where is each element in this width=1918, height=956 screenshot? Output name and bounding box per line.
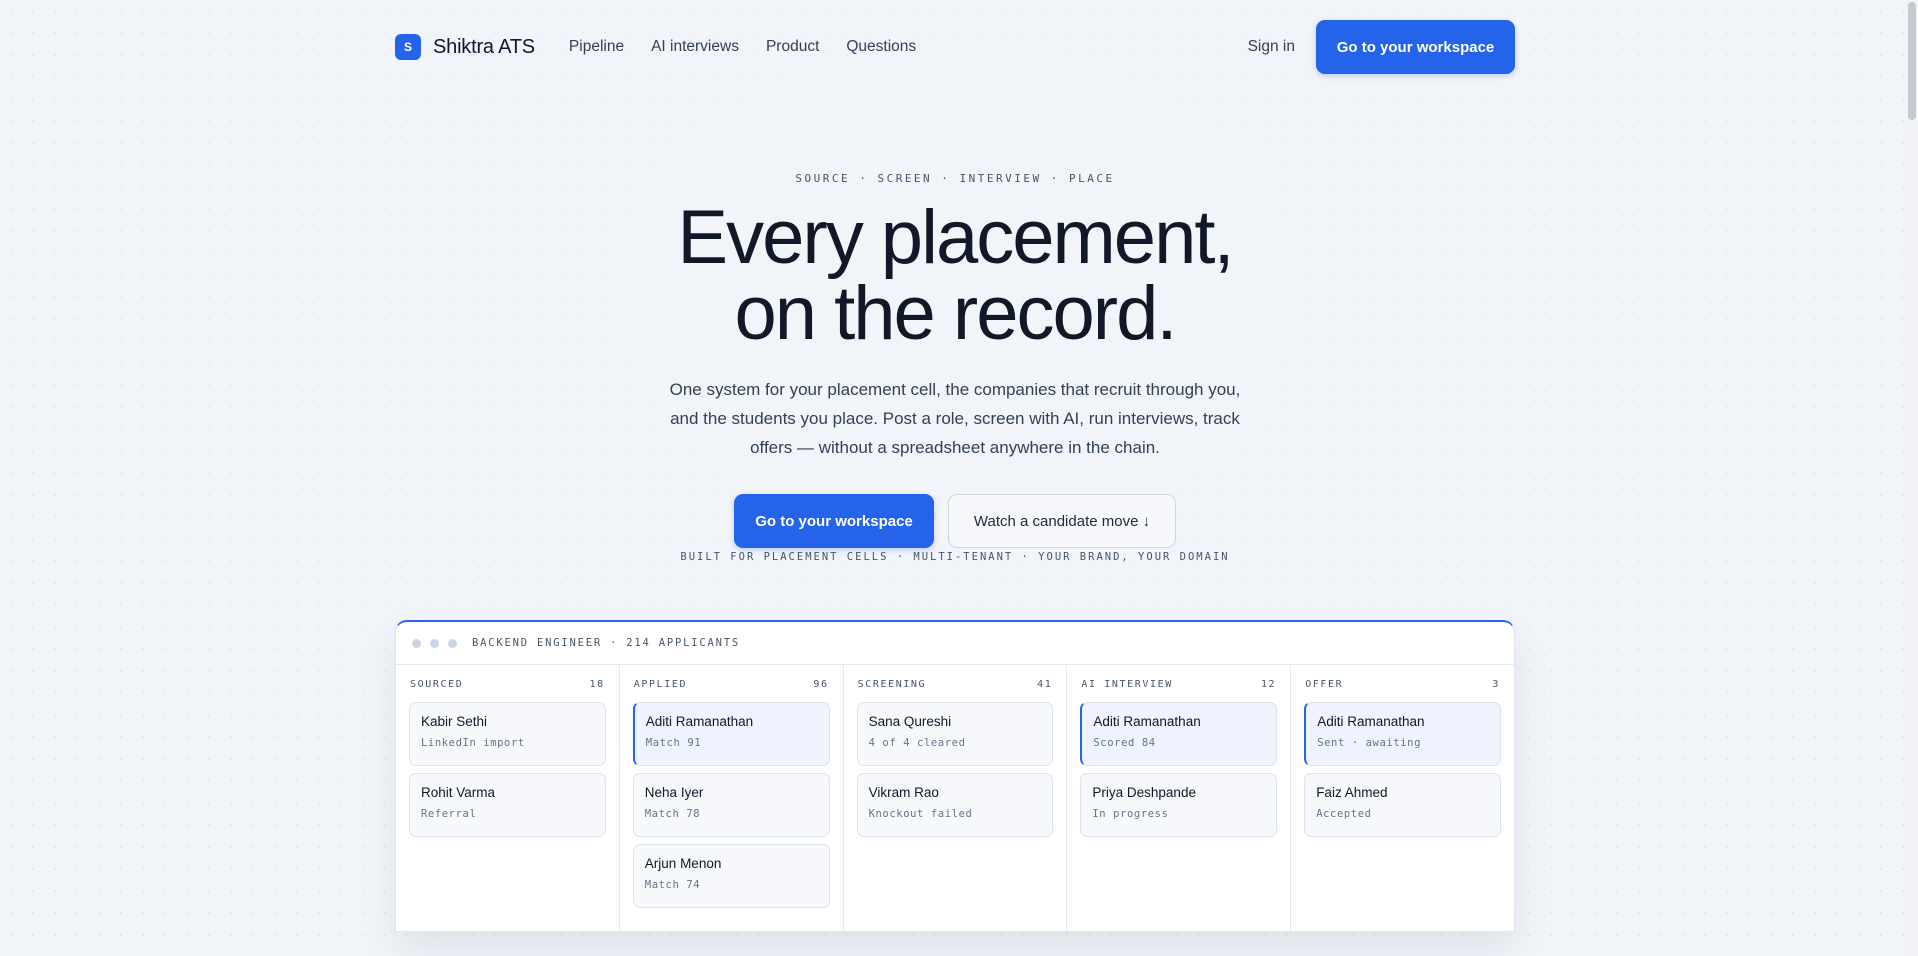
column-count: 41 bbox=[1037, 679, 1053, 690]
hero-eyebrow: SOURCE · SCREEN · INTERVIEW · PLACE bbox=[795, 172, 1115, 185]
candidate-card-highlighted[interactable]: Aditi Ramanathan Sent · awaiting bbox=[1304, 702, 1501, 766]
candidate-meta: Accepted bbox=[1316, 808, 1372, 820]
candidate-card[interactable]: Vikram Rao Knockout failed bbox=[856, 773, 1054, 837]
candidate-name: Aditi Ramanathan bbox=[1317, 714, 1425, 729]
candidate-meta: Scored 84 bbox=[1093, 737, 1156, 749]
nav-link-questions[interactable]: Questions bbox=[846, 38, 916, 56]
hero-headline-line-2: on the record. bbox=[734, 271, 1178, 356]
candidate-card[interactable]: Arjun Menon Match 74 bbox=[632, 844, 830, 908]
candidate-name: Aditi Ramanathan bbox=[1093, 714, 1201, 729]
candidate-card[interactable]: Sana Qureshi 4 of 4 cleared bbox=[856, 702, 1054, 766]
nav-links: Pipeline AI interviews Product Questions bbox=[569, 38, 916, 56]
column-header: SCREENING 41 bbox=[857, 679, 1054, 690]
column-name: AI INTERVIEW bbox=[1081, 679, 1173, 690]
column-header: AI INTERVIEW 12 bbox=[1080, 679, 1277, 690]
column-screening: SCREENING 41 Sana Qureshi 4 of 4 cleared… bbox=[844, 665, 1068, 931]
column-name: SOURCED bbox=[410, 679, 464, 690]
candidate-name: Rohit Varma bbox=[421, 785, 496, 800]
column-applied: APPLIED 96 Aditi Ramanathan Match 91 Neh… bbox=[620, 665, 844, 931]
candidate-meta: Match 91 bbox=[645, 737, 702, 749]
candidate-meta: LinkedIn import bbox=[421, 737, 525, 749]
candidate-meta: Knockout failed bbox=[868, 808, 973, 820]
candidate-card[interactable]: Faiz Ahmed Accepted bbox=[1304, 773, 1501, 837]
candidate-name: Vikram Rao bbox=[868, 785, 939, 800]
candidate-name: Aditi Ramanathan bbox=[645, 714, 754, 729]
window-dot-icon bbox=[448, 638, 457, 648]
window-dot-icon bbox=[412, 638, 421, 648]
column-name: OFFER bbox=[1305, 679, 1344, 690]
brand-name: Shiktra ATS bbox=[433, 35, 535, 58]
column-header: APPLIED 96 bbox=[633, 679, 830, 690]
window-dot-icon bbox=[430, 638, 439, 648]
column-offer: OFFER 3 Aditi Ramanathan Sent · awaiting… bbox=[1291, 665, 1514, 931]
brand-logo-icon: S bbox=[395, 34, 421, 60]
scrollbar-thumb[interactable] bbox=[1908, 2, 1916, 120]
candidate-meta: Match 74 bbox=[644, 879, 701, 891]
column-count: 12 bbox=[1260, 679, 1277, 690]
candidate-card-highlighted[interactable]: Aditi Ramanathan Match 91 bbox=[632, 702, 830, 766]
candidate-card[interactable]: Kabir Sethi LinkedIn import bbox=[409, 702, 606, 766]
candidate-card[interactable]: Rohit Varma Referral bbox=[409, 773, 606, 837]
column-count: 3 bbox=[1492, 679, 1500, 690]
column-header: OFFER 3 bbox=[1304, 679, 1501, 690]
pipeline-board-preview: BACKEND ENGINEER · 214 APPLICANTS SOURCE… bbox=[395, 620, 1515, 932]
candidate-card-highlighted[interactable]: Aditi Ramanathan Scored 84 bbox=[1080, 702, 1278, 766]
column-name: APPLIED bbox=[633, 679, 688, 690]
candidate-meta: In progress bbox=[1092, 808, 1169, 820]
column-sourced: SOURCED 18 Kabir Sethi LinkedIn import R… bbox=[396, 665, 620, 931]
board-columns: SOURCED 18 Kabir Sethi LinkedIn import R… bbox=[396, 665, 1514, 931]
header-workspace-button[interactable]: Go to your workspace bbox=[1316, 20, 1515, 74]
candidate-name: Arjun Menon bbox=[644, 856, 722, 871]
column-count: 18 bbox=[589, 679, 605, 690]
brand[interactable]: S Shiktra ATS bbox=[395, 34, 535, 60]
board-title: BACKEND ENGINEER · 214 APPLICANTS bbox=[472, 637, 741, 649]
hero-headline-line-1: Every placement, bbox=[677, 195, 1234, 280]
hero-cta-row: Go to your workspace Watch a candidate m… bbox=[734, 494, 1176, 548]
candidate-card[interactable]: Neha Iyer Match 78 bbox=[632, 773, 830, 837]
candidate-meta: Match 78 bbox=[644, 808, 701, 820]
candidate-meta: Referral bbox=[421, 808, 477, 820]
candidate-meta: 4 of 4 cleared bbox=[868, 737, 966, 749]
board-title-bar: BACKEND ENGINEER · 214 APPLICANTS bbox=[396, 622, 1514, 665]
hero-subtitle: One system for your placement cell, the … bbox=[669, 380, 1241, 457]
hero-fineprint: BUILT FOR PLACEMENT CELLS · MULTI-TENANT… bbox=[680, 551, 1230, 563]
nav-actions: Sign in Go to your workspace bbox=[1248, 20, 1515, 74]
nav-link-pipeline[interactable]: Pipeline bbox=[569, 38, 624, 56]
column-name: SCREENING bbox=[857, 679, 927, 690]
column-count: 96 bbox=[813, 679, 829, 690]
candidate-card[interactable]: Priya Deshpande In progress bbox=[1080, 773, 1278, 837]
candidate-name: Priya Deshpande bbox=[1092, 785, 1196, 800]
candidate-name: Neha Iyer bbox=[644, 785, 704, 800]
candidate-meta: Sent · awaiting bbox=[1317, 737, 1422, 749]
hero-headline: Every placement, on the record. bbox=[0, 200, 1910, 352]
watch-candidate-button[interactable]: Watch a candidate move ↓ bbox=[948, 494, 1176, 548]
candidate-name: Kabir Sethi bbox=[421, 714, 488, 729]
top-navigation: S Shiktra ATS Pipeline AI interviews Pro… bbox=[395, 20, 1515, 74]
hero-workspace-button[interactable]: Go to your workspace bbox=[734, 494, 934, 548]
candidate-name: Faiz Ahmed bbox=[1316, 785, 1388, 800]
page-scrollbar[interactable] bbox=[1906, 0, 1918, 956]
column-ai-interview: AI INTERVIEW 12 Aditi Ramanathan Scored … bbox=[1067, 665, 1292, 931]
nav-link-ai-interviews[interactable]: AI interviews bbox=[651, 38, 739, 56]
candidate-name: Sana Qureshi bbox=[868, 714, 952, 729]
sign-in-link[interactable]: Sign in bbox=[1248, 38, 1295, 56]
nav-link-product[interactable]: Product bbox=[766, 38, 819, 56]
column-header: SOURCED 18 bbox=[409, 679, 606, 690]
